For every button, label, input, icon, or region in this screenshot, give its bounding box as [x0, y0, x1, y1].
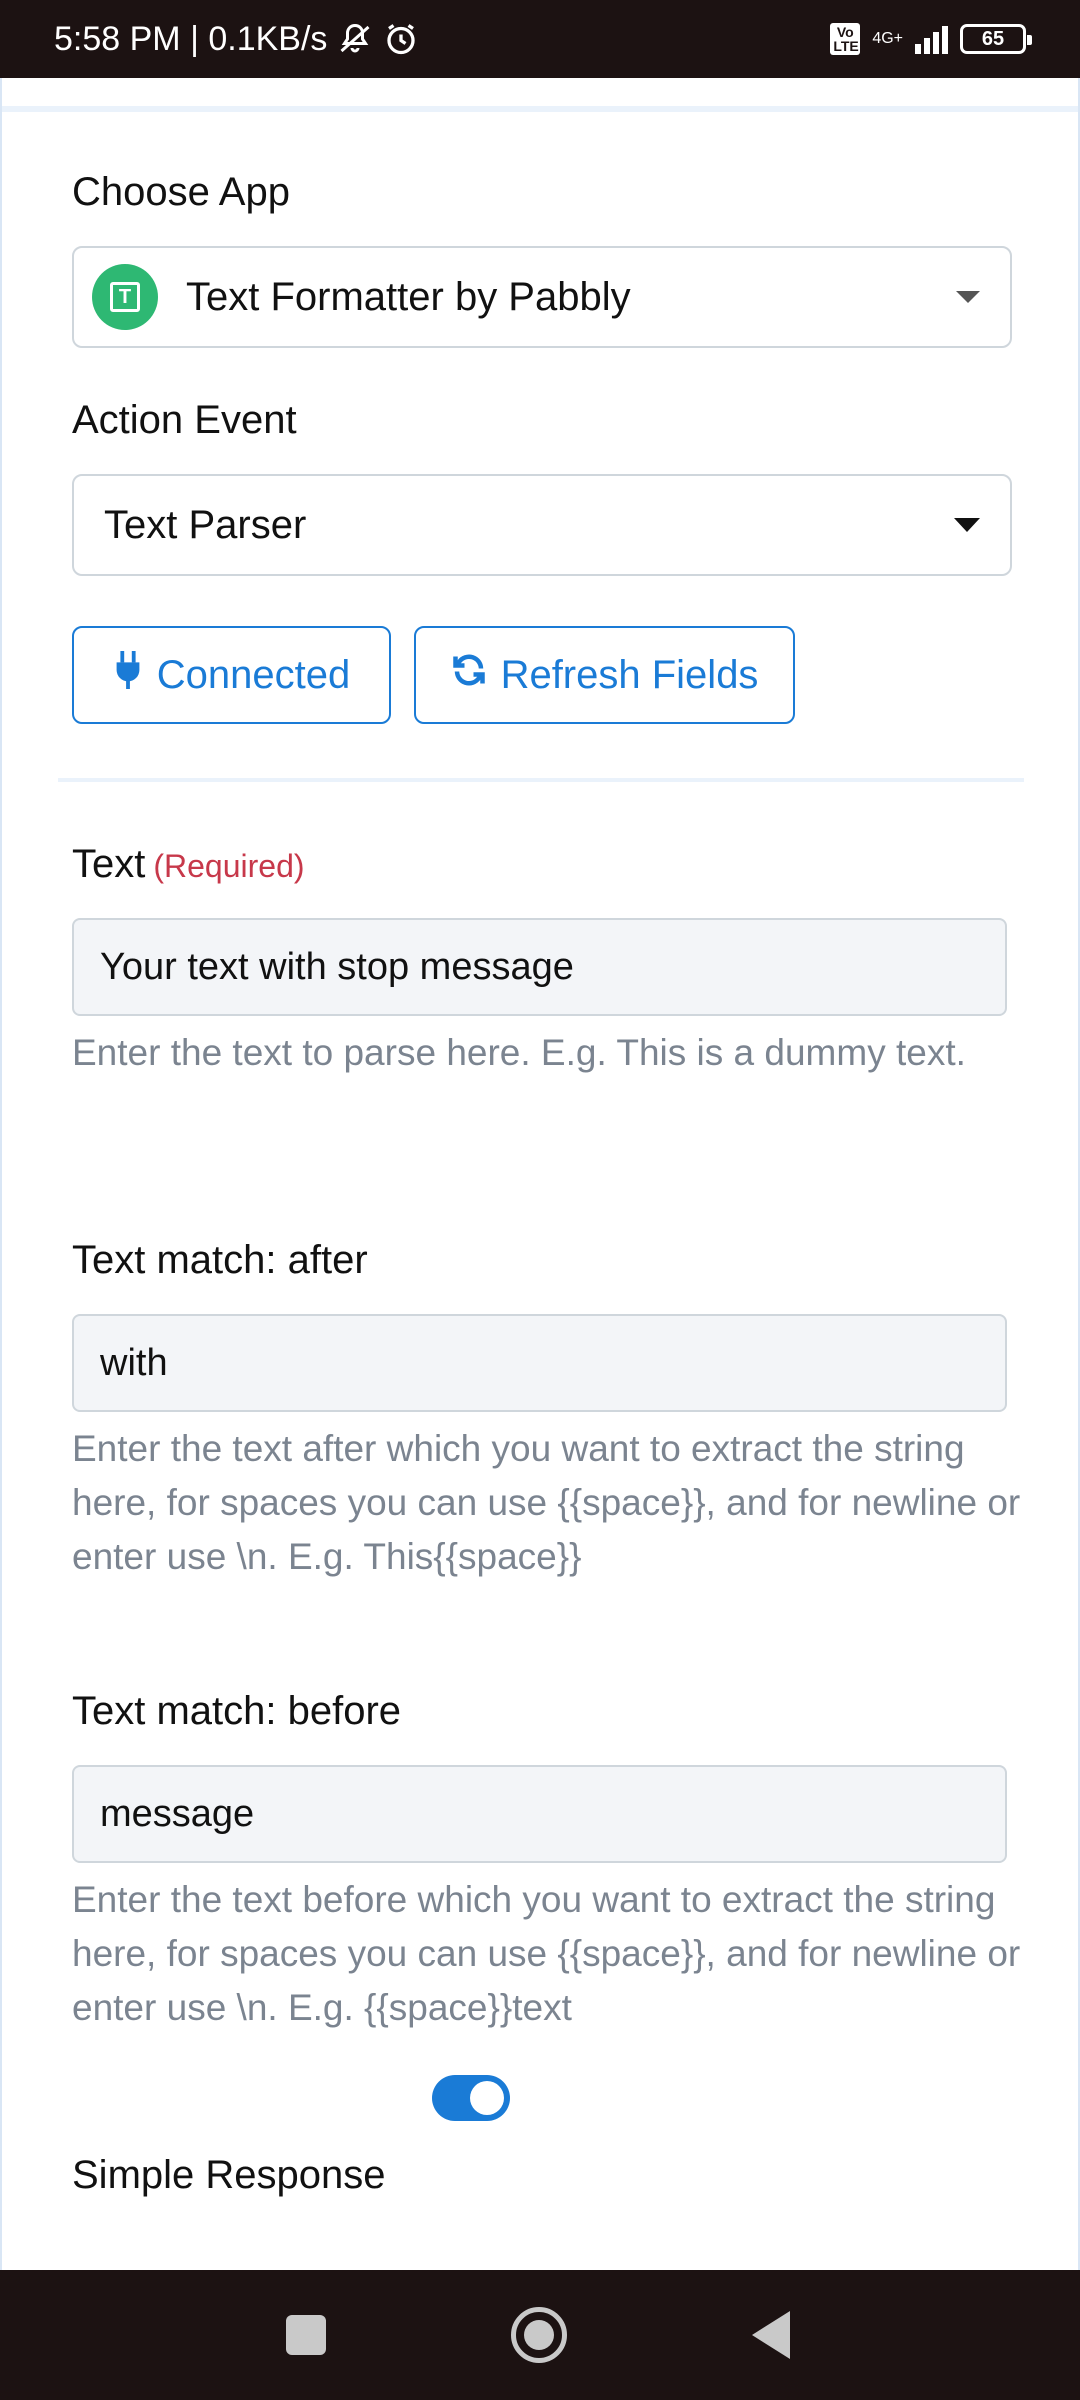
volte-icon: Vo LTE	[830, 23, 861, 55]
battery-level: 65	[981, 27, 1005, 50]
chevron-down-icon	[954, 518, 980, 532]
app-icon-letter: T	[110, 282, 140, 312]
text-help: Enter the text to parse here. E.g. This …	[72, 1032, 966, 1073]
before-label: Text match: before	[72, 1689, 402, 1733]
choose-app-label: Choose App	[72, 170, 290, 214]
action-event-select[interactable]: Text Parser	[72, 474, 1012, 576]
status-right: Vo LTE 4G+ 65	[830, 23, 1032, 55]
home-button[interactable]	[511, 2307, 567, 2363]
network-type: 4G+	[872, 30, 903, 47]
plug-icon	[113, 651, 143, 699]
required-badge: (Required)	[153, 848, 305, 884]
status-time-speed: 5:58 PM | 0.1KB/s	[54, 19, 328, 58]
mute-bell-icon	[337, 21, 373, 57]
connected-label: Connected	[156, 652, 351, 697]
top-divider	[2, 106, 1078, 112]
recent-apps-button[interactable]	[286, 2315, 326, 2355]
battery-icon: 65	[960, 24, 1032, 54]
after-help: Enter the text after which you want to e…	[72, 1428, 1021, 1577]
app-name: Text Formatter by Pabbly	[186, 274, 631, 319]
navigation-bar	[0, 2270, 1080, 2400]
alarm-icon	[383, 21, 419, 57]
home-circle-icon	[511, 2307, 567, 2363]
refresh-fields-button[interactable]: Refresh Fields	[414, 626, 795, 724]
choose-app-select[interactable]: T Text Formatter by Pabbly	[72, 246, 1012, 348]
section-divider	[58, 778, 1024, 782]
status-left: 5:58 PM | 0.1KB/s	[54, 20, 419, 59]
action-event-value: Text Parser	[104, 502, 307, 547]
text-input[interactable]: Your text with stop message	[72, 918, 1007, 1016]
action-event-label: Action Event	[72, 398, 297, 442]
text-label: Text	[72, 842, 146, 886]
text-formatter-app-icon: T	[92, 264, 158, 330]
refresh-icon	[451, 652, 487, 698]
before-help: Enter the text before which you want to …	[72, 1879, 1021, 2028]
main-content: Choose App T Text Formatter by Pabbly Ac…	[0, 78, 1080, 2270]
chevron-down-icon	[956, 291, 980, 303]
after-label: Text match: after	[72, 1238, 368, 1282]
square-icon	[286, 2315, 326, 2355]
text-match-after-input[interactable]: with	[72, 1314, 1007, 1412]
signal-icon	[915, 24, 948, 54]
back-triangle-icon	[752, 2311, 790, 2359]
connected-button[interactable]: Connected	[72, 626, 391, 724]
refresh-fields-label: Refresh Fields	[500, 652, 759, 697]
status-bar: 5:58 PM | 0.1KB/s Vo LTE 4G+ 65	[0, 0, 1080, 78]
text-match-before-input[interactable]: message	[72, 1765, 1007, 1863]
simple-response-label: Simple Response	[72, 2153, 386, 2197]
back-button[interactable]	[752, 2311, 790, 2359]
toggle-knob	[470, 2081, 504, 2115]
simple-response-toggle[interactable]	[432, 2075, 510, 2121]
text-field-label: Text (Required)	[72, 842, 305, 887]
